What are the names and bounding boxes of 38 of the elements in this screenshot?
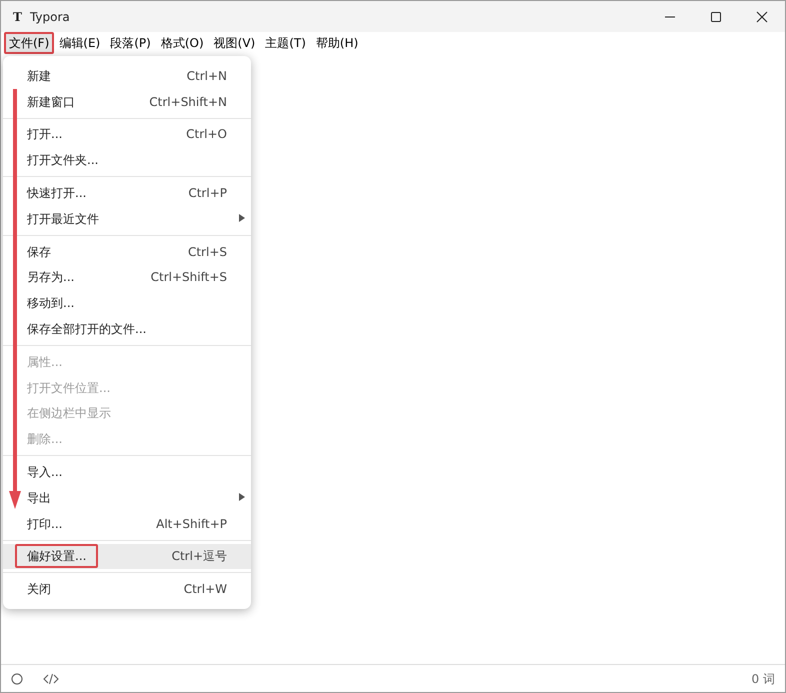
menu-item[interactable]: 关闭 Ctrl+W	[3, 576, 251, 602]
menu-item[interactable]: 偏好设置... Ctrl+逗号	[3, 544, 251, 570]
window-title: Typora	[30, 8, 71, 26]
shortcut-label: Ctrl+W	[184, 581, 228, 598]
menu-item[interactable]: 另存为... Ctrl+Shift+S	[3, 264, 251, 290]
shortcut-label: Ctrl+N	[186, 68, 228, 85]
maximize-icon	[710, 10, 722, 22]
word-count: 0 词	[752, 670, 775, 688]
close-icon	[756, 10, 768, 22]
menu-item[interactable]: 编辑(E)	[54, 32, 106, 54]
menu-item[interactable]: 帮助(H)	[310, 32, 364, 54]
menu-item[interactable]: 新建 Ctrl+N	[3, 63, 251, 89]
menu-item[interactable]: 段落(P)	[105, 32, 156, 54]
shortcut-label: Ctrl+Shift+S	[150, 269, 228, 286]
menu-item[interactable]: 文件(F)	[4, 32, 54, 54]
menu-item[interactable]: 视图(V)	[208, 32, 260, 54]
shortcut-label: Ctrl+P	[188, 185, 228, 202]
menu-item[interactable]: 主题(T)	[260, 32, 311, 54]
shortcut-label: Ctrl+Shift+N	[149, 94, 228, 111]
menu-item[interactable]: 保存全部打开的文件...	[3, 316, 251, 342]
menu-item[interactable]: 格式(O)	[156, 32, 209, 54]
source-code-icon[interactable]	[43, 672, 59, 684]
menu-item[interactable]: 快速打开... Ctrl+P	[3, 180, 251, 206]
menu-item[interactable]: 打开文件夹...	[3, 147, 251, 174]
menu-item[interactable]: 打印... Alt+Shift+P	[3, 510, 251, 537]
menu-item[interactable]: 保存 Ctrl+S	[3, 238, 251, 265]
menu-item[interactable]: 新建窗口 Ctrl+Shift+N	[3, 88, 251, 115]
menu-item[interactable]: 打开... Ctrl+O	[3, 122, 251, 148]
shortcut-label: Ctrl+O	[186, 126, 228, 144]
status-circle-icon[interactable]	[11, 672, 23, 684]
shortcut-label: Ctrl+逗号	[172, 548, 228, 566]
menu-item[interactable]: 移动到...	[3, 290, 251, 316]
shortcut-label: Ctrl+S	[188, 244, 228, 261]
menu-item[interactable]: 导出	[3, 484, 251, 511]
shortcut-label: Alt+Shift+P	[156, 516, 228, 533]
app-logo: T	[13, 8, 22, 26]
menu-item[interactable]: 打开最近文件	[3, 206, 251, 232]
menu-item[interactable]: 导入...	[3, 459, 251, 485]
